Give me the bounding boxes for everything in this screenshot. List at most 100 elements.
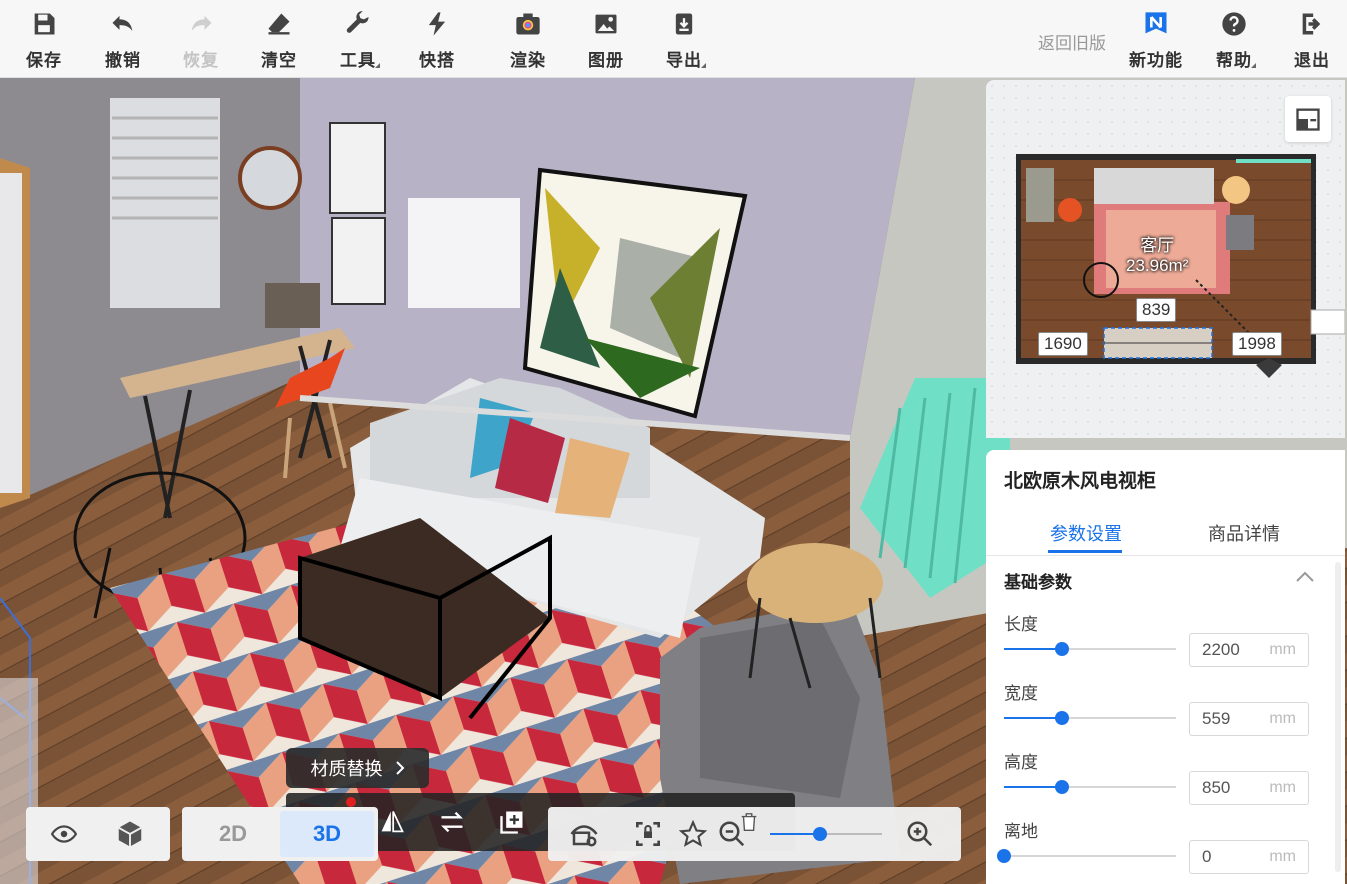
param-unit: mm (1269, 848, 1296, 865)
properties-panel: 北欧原木风电视柜 参数设置 商品详情 基础参数 长度 2200 mm 宽度 559 mm 高… (986, 450, 1345, 884)
param-value: 850 (1202, 778, 1231, 797)
eye-icon (50, 825, 78, 843)
dimension-top[interactable]: 839 (1136, 298, 1177, 322)
param-slider-knob[interactable] (1055, 642, 1070, 656)
camera-settings-button[interactable] (564, 815, 604, 853)
param-row: 离地 0 mm (997, 817, 1324, 877)
redo-icon (191, 15, 212, 31)
render-label: 渲染 (510, 51, 546, 70)
param-unit: mm (1269, 710, 1296, 727)
param-slider[interactable] (1004, 780, 1176, 794)
favorite-button[interactable] (676, 815, 710, 853)
chevron-right-icon (395, 761, 404, 775)
view-toggle-group (26, 807, 170, 861)
param-row: 长度 2200 mm (1004, 610, 1324, 670)
tab-params[interactable]: 参数设置 (1050, 520, 1122, 546)
tab-product-details[interactable]: 商品详情 (1208, 520, 1280, 546)
param-slider-knob[interactable] (1055, 711, 1070, 725)
clear-button[interactable]: 清空 (249, 8, 309, 72)
param-value-input[interactable]: 2200 mm (1189, 633, 1309, 667)
dimension-left[interactable]: 1690 (1038, 332, 1088, 356)
mirror-button[interactable] (374, 805, 410, 839)
save-button[interactable]: 保存 (14, 8, 74, 72)
zoom-slider[interactable] (770, 827, 882, 841)
param-value-input[interactable]: 0 mm (1189, 840, 1309, 874)
zoom-in-button[interactable] (902, 815, 938, 853)
tab-active-indicator (1048, 550, 1122, 553)
eraser-icon (268, 13, 290, 35)
save-label: 保存 (26, 51, 62, 70)
undo-button[interactable]: 撤销 (93, 8, 153, 72)
param-slider-knob[interactable] (997, 849, 1011, 863)
copy-button[interactable] (494, 805, 530, 839)
image-icon (595, 14, 617, 34)
exit-icon (1302, 13, 1321, 35)
help-label: 帮助 (1216, 46, 1252, 71)
param-unit: mm (1269, 641, 1296, 658)
param-value-input[interactable]: 559 mm (1189, 702, 1309, 736)
mirror-icon (381, 811, 404, 833)
model-view-button[interactable] (112, 817, 148, 851)
param-name: 宽度 (1004, 684, 1038, 703)
exit-label: 退出 (1294, 51, 1330, 70)
props-scrollbar[interactable] (1335, 562, 1341, 872)
zoom-in-icon (907, 821, 933, 847)
exit-button[interactable]: 退出 (1282, 8, 1342, 72)
quick-build-label: 快搭 (419, 51, 455, 70)
camera-settings-icon (570, 825, 598, 847)
quick-build-button[interactable]: 快搭 (407, 8, 467, 72)
param-name: 离地 (1004, 822, 1038, 841)
redo-button[interactable]: 恢复 (171, 8, 231, 72)
visibility-button[interactable] (46, 817, 82, 851)
zoom-slider-knob[interactable] (813, 827, 828, 841)
param-value: 559 (1202, 709, 1231, 728)
param-value-input[interactable]: 850 mm (1189, 771, 1309, 805)
mode-2d-button[interactable]: 2D (186, 811, 280, 857)
top-toolbar: 保存 撤销 恢复 清空 工具 快搭 渲染 图册 导出 返回旧版 新功能 帮助 退… (0, 0, 1347, 78)
param-slider[interactable] (1004, 642, 1176, 656)
new-feature-button[interactable]: 新功能 (1125, 8, 1187, 72)
save-icon (34, 13, 55, 35)
new-feature-icon (1145, 12, 1167, 34)
material-replace-label: 材质替换 (310, 759, 383, 779)
render-button[interactable]: 渲染 (498, 8, 558, 72)
copy-plus-icon (500, 811, 523, 834)
param-name: 高度 (1004, 753, 1038, 772)
dimension-right[interactable]: 1998 (1232, 332, 1282, 356)
product-title: 北欧原木风电视柜 (1004, 471, 1157, 492)
cube-icon (118, 821, 142, 847)
param-row: 高度 850 mm (1004, 748, 1324, 808)
export-button[interactable]: 导出 (654, 8, 714, 72)
mode-3d-button[interactable]: 3D (280, 811, 374, 857)
lock-focus-button[interactable] (626, 815, 670, 853)
album-label: 图册 (588, 51, 624, 70)
chevron-up-icon[interactable] (1295, 570, 1315, 584)
help-icon (1222, 12, 1246, 36)
delete-button[interactable] (736, 809, 762, 835)
param-unit: mm (1269, 779, 1296, 796)
legacy-version-link[interactable]: 返回旧版 (1038, 29, 1106, 54)
trash-icon (741, 813, 757, 831)
section-basic-params: 基础参数 (1004, 573, 1072, 592)
dimension-mode-switch: 2D 3D (182, 807, 378, 861)
tools-button[interactable]: 工具 (328, 8, 388, 72)
swap-icon (441, 811, 463, 833)
param-slider-fill (1004, 648, 1063, 650)
param-name: 长度 (1004, 615, 1038, 634)
lock-focus-icon (636, 822, 660, 846)
param-slider-knob[interactable] (1055, 780, 1070, 794)
export-label: 导出 (666, 46, 702, 71)
room-name: 客厅 (1140, 236, 1175, 255)
param-slider-fill (1004, 717, 1063, 719)
help-button[interactable]: 帮助 (1204, 8, 1264, 72)
param-value: 0 (1202, 847, 1212, 866)
album-button[interactable]: 图册 (576, 8, 636, 72)
param-slider[interactable] (997, 849, 1176, 863)
swap-button[interactable] (434, 805, 470, 839)
notification-dot (346, 797, 356, 807)
undo-label: 撤销 (105, 51, 141, 70)
new-feature-label: 新功能 (1129, 51, 1183, 70)
material-replace-button[interactable]: 材质替换 (286, 748, 429, 788)
param-slider[interactable] (1004, 711, 1176, 725)
floor-plan-minimap[interactable]: 客厅 23.96m² 839 1690 1998 (986, 80, 1345, 438)
